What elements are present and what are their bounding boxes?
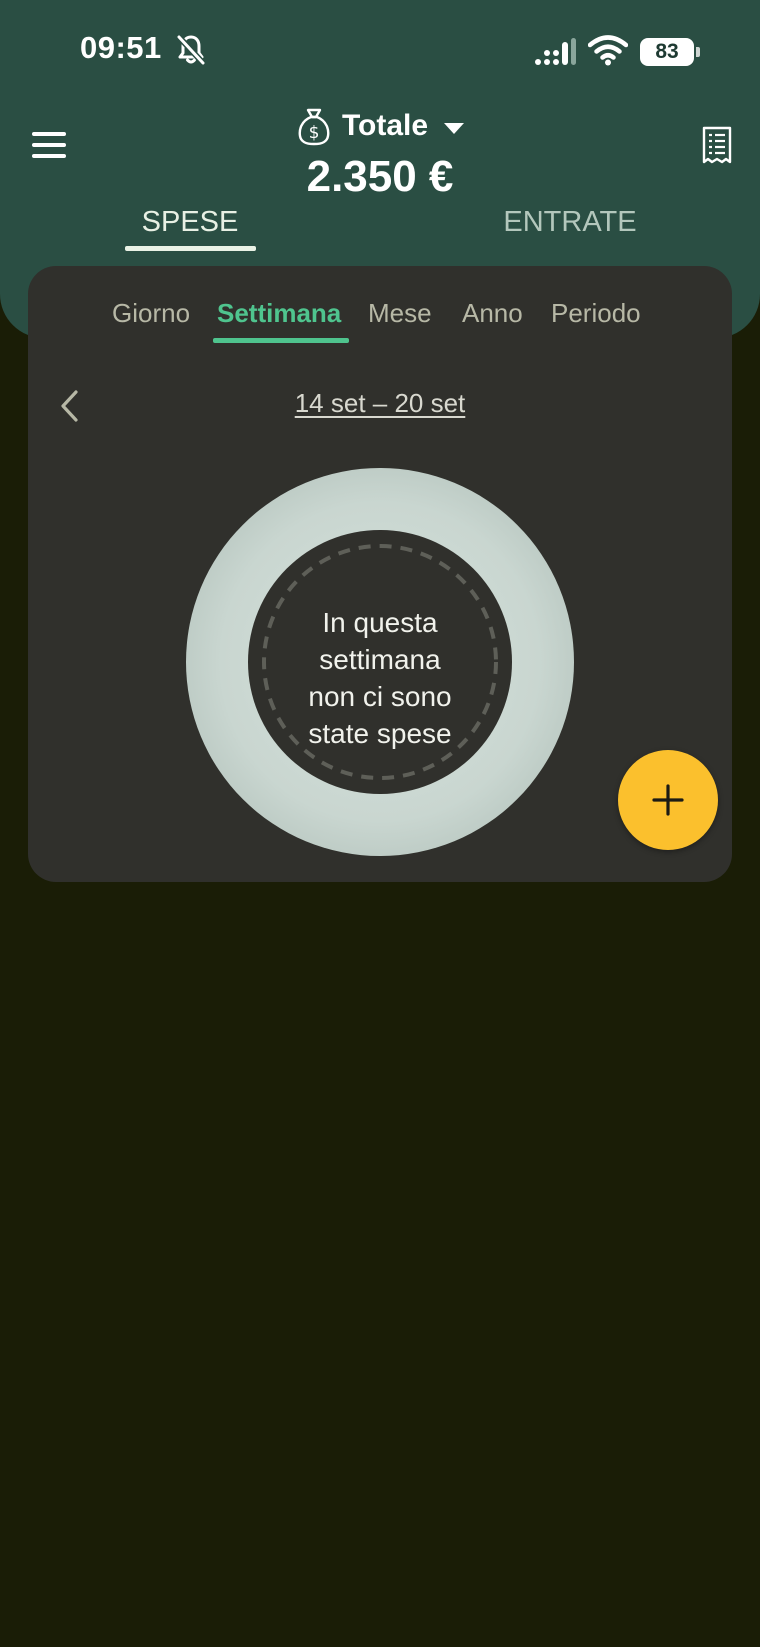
wifi-icon <box>588 35 628 66</box>
account-selector[interactable]: $ Totale <box>0 104 760 148</box>
period-tab-indicator <box>213 338 349 343</box>
tab-entrate[interactable]: ENTRATE <box>490 206 650 239</box>
bell-muted-icon <box>176 34 206 66</box>
period-tab-anno[interactable]: Anno <box>462 298 523 329</box>
account-name: Totale <box>341 109 429 142</box>
empty-message-line: In questa <box>322 607 438 638</box>
date-range-label[interactable]: 14 set – 20 set <box>28 388 732 419</box>
dropdown-caret-icon <box>444 122 465 134</box>
battery-tip <box>696 47 700 57</box>
tab-spese[interactable]: SPESE <box>120 206 260 239</box>
empty-message-line: state spese <box>308 718 452 749</box>
expense-donut-chart: In questa settimana non ci sono state sp… <box>186 468 574 856</box>
period-tab-settimana[interactable]: Settimana <box>217 298 341 329</box>
money-bag-icon: $ <box>298 108 330 146</box>
total-amount: 2.350 € <box>306 152 454 201</box>
plus-icon <box>652 784 684 816</box>
donut-center: In questa settimana non ci sono state sp… <box>248 530 512 794</box>
empty-message-line: non ci sono <box>308 681 452 712</box>
status-time: 09:51 <box>80 30 162 65</box>
tab-spese-indicator <box>125 246 256 251</box>
battery-indicator: 83 <box>640 38 694 66</box>
empty-message-line: settimana <box>319 644 441 675</box>
battery-level: 83 <box>655 40 679 63</box>
period-tab-mese[interactable]: Mese <box>368 298 432 329</box>
svg-text:$: $ <box>309 123 320 143</box>
period-tab-periodo[interactable]: Periodo <box>551 298 641 329</box>
period-tabs: Giorno Settimana Mese Anno Periodo <box>28 298 732 338</box>
add-transaction-button[interactable] <box>618 750 718 850</box>
empty-state-message: In questa settimana non ci sono state sp… <box>248 604 512 752</box>
period-tab-giorno[interactable]: Giorno <box>112 298 190 329</box>
cellular-signal-icon <box>535 38 576 65</box>
